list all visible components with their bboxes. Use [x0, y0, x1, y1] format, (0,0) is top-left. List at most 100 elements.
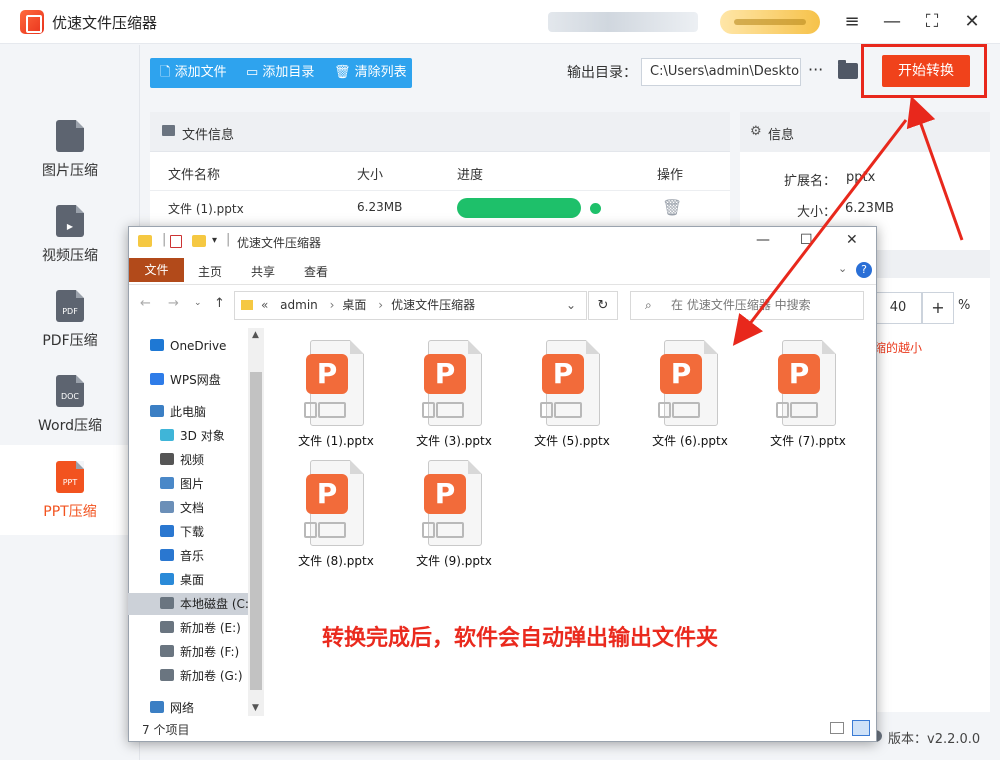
nav-item[interactable]: 文档: [160, 499, 204, 516]
quick-access-dropdown-icon[interactable]: ▾: [212, 235, 217, 246]
ppt-logo-icon: P: [778, 354, 820, 394]
file-item[interactable]: P 文件 (1).pptx: [290, 340, 382, 450]
close-icon[interactable]: ✕: [960, 10, 984, 34]
cube-icon: [160, 429, 174, 441]
network-icon: [150, 701, 164, 713]
maximize-icon[interactable]: ☐: [800, 232, 813, 248]
nav-item[interactable]: 新加卷 (E:): [160, 619, 241, 636]
recent-dropdown-icon[interactable]: ⌄: [194, 298, 202, 308]
forward-arrow-icon[interactable]: →: [168, 296, 179, 311]
blurred-member-button[interactable]: [720, 10, 820, 34]
nav-item-label: 图片: [180, 477, 205, 491]
search-input[interactable]: ⌕ 在 优速文件压缩器 中搜索: [630, 291, 864, 320]
add-dir-button[interactable]: ▭ 添加目录: [246, 58, 314, 88]
nav-scroll-thumb[interactable]: [250, 372, 262, 690]
tab-share[interactable]: 共享: [251, 263, 275, 280]
scroll-up-icon[interactable]: ▲: [252, 330, 259, 340]
details-view-icon[interactable]: [830, 722, 844, 734]
properties-icon[interactable]: [170, 235, 182, 248]
nav-item[interactable]: 图片: [160, 475, 204, 492]
chevron-down-icon[interactable]: ⌄: [566, 292, 576, 319]
file-item[interactable]: P 文件 (8).pptx: [290, 460, 382, 570]
tab-home[interactable]: 主页: [198, 263, 222, 280]
minimize-icon[interactable]: —: [880, 10, 904, 34]
quality-input[interactable]: 40: [874, 292, 922, 324]
help-icon[interactable]: ?: [856, 262, 872, 278]
more-options-button[interactable]: ···: [808, 60, 823, 79]
slide-layout-icon: [422, 402, 466, 418]
nav-item[interactable]: 下载: [160, 523, 204, 540]
nav-item-label: 本地磁盘 (C:): [180, 597, 254, 611]
music-icon: [160, 549, 174, 561]
nav-item-label: 桌面: [180, 573, 205, 587]
nav-item[interactable]: 本地磁盘 (C:): [160, 595, 254, 612]
close-icon[interactable]: ✕: [846, 232, 858, 248]
tab-view[interactable]: 查看: [304, 263, 328, 280]
ppt-logo-icon: P: [660, 354, 702, 394]
minimize-icon[interactable]: —: [756, 232, 770, 248]
nav-item[interactable]: 视频: [160, 451, 204, 468]
scroll-down-icon[interactable]: ▼: [252, 703, 259, 713]
add-file-button[interactable]: 🗋 添加文件: [160, 58, 227, 88]
sidebar-item-video[interactable]: ▶ 视频压缩: [0, 203, 140, 287]
film-icon: [160, 453, 174, 465]
file-name: 文件 (9).pptx: [416, 554, 492, 568]
sidebar-item-pdf[interactable]: PDF PDF压缩: [0, 288, 140, 372]
file-name: 文件 (6).pptx: [652, 434, 728, 448]
cloud-icon: [150, 373, 164, 385]
explorer-title: 优速文件压缩器: [237, 236, 322, 250]
nav-item[interactable]: 桌面: [160, 571, 204, 588]
breadcrumb-item[interactable]: admin: [280, 298, 318, 312]
file-size-cell: 6.23MB: [357, 200, 403, 214]
percent-unit: %: [958, 298, 971, 313]
chevron-down-icon[interactable]: ⌄: [838, 262, 847, 275]
tab-file[interactable]: 文件: [129, 258, 184, 282]
nav-item-label: 此电脑: [170, 405, 207, 419]
new-folder-icon[interactable]: [192, 235, 206, 247]
file-item[interactable]: P 文件 (3).pptx: [408, 340, 500, 450]
file-item[interactable]: P 文件 (7).pptx: [762, 340, 854, 450]
large-icons-view-icon[interactable]: [852, 720, 870, 736]
file-name-cell: 文件 (1).pptx: [168, 202, 244, 216]
breadcrumb-item[interactable]: 桌面: [342, 298, 366, 312]
sidebar-item-image[interactable]: 图片压缩: [0, 118, 140, 202]
maximize-icon[interactable]: ⛶: [920, 10, 944, 34]
nav-item-label: 3D 对象: [180, 429, 225, 443]
ppt-file-icon: PPT: [56, 461, 84, 493]
clear-list-button[interactable]: 🗑 清除列表: [334, 58, 407, 88]
address-bar[interactable]: « admin › 桌面 › 优速文件压缩器 ⌄: [234, 291, 587, 320]
nav-item[interactable]: WPS网盘: [150, 371, 221, 388]
picture-icon: [160, 477, 174, 489]
ext-value: pptx: [846, 170, 876, 185]
menu-icon[interactable]: ≡: [840, 10, 864, 34]
up-arrow-icon[interactable]: ↑: [214, 296, 225, 311]
start-convert-button[interactable]: 开始转换: [882, 55, 970, 87]
folder-icon[interactable]: [838, 60, 858, 79]
nav-item[interactable]: 3D 对象: [160, 427, 225, 444]
file-item[interactable]: P 文件 (5).pptx: [526, 340, 618, 450]
quality-plus-button[interactable]: +: [922, 292, 954, 324]
toolbar: 🗋 添加文件 ▭ 添加目录 🗑 清除列表: [150, 58, 412, 88]
breadcrumb-item[interactable]: 优速文件压缩器: [391, 298, 475, 312]
ppt-logo-icon: P: [306, 354, 348, 394]
back-arrow-icon[interactable]: ←: [140, 296, 151, 311]
nav-item[interactable]: 新加卷 (F:): [160, 643, 239, 660]
nav-item[interactable]: 音乐: [160, 547, 204, 564]
nav-item[interactable]: 此电脑: [150, 403, 206, 420]
nav-item[interactable]: OneDrive: [150, 339, 226, 353]
quality-hint: 缩的越小: [874, 341, 923, 355]
nav-item-label: 文档: [180, 501, 205, 515]
file-item[interactable]: P 文件 (9).pptx: [408, 460, 500, 570]
separator: |: [162, 232, 167, 247]
refresh-icon[interactable]: ↻: [588, 291, 618, 320]
settings-header: [875, 250, 990, 278]
output-dir-input[interactable]: C:\Users\admin\Desktop: [641, 58, 801, 86]
slide-layout-icon: [304, 522, 348, 538]
nav-item[interactable]: 网络: [150, 699, 194, 716]
nav-item[interactable]: 新加卷 (G:): [160, 667, 243, 684]
sidebar-item-ppt[interactable]: PPT PPT压缩: [0, 445, 140, 535]
separator: |: [226, 232, 231, 247]
ppt-logo-icon: P: [424, 474, 466, 514]
file-item[interactable]: P 文件 (6).pptx: [644, 340, 736, 450]
delete-icon[interactable]: 🗑: [662, 198, 682, 217]
